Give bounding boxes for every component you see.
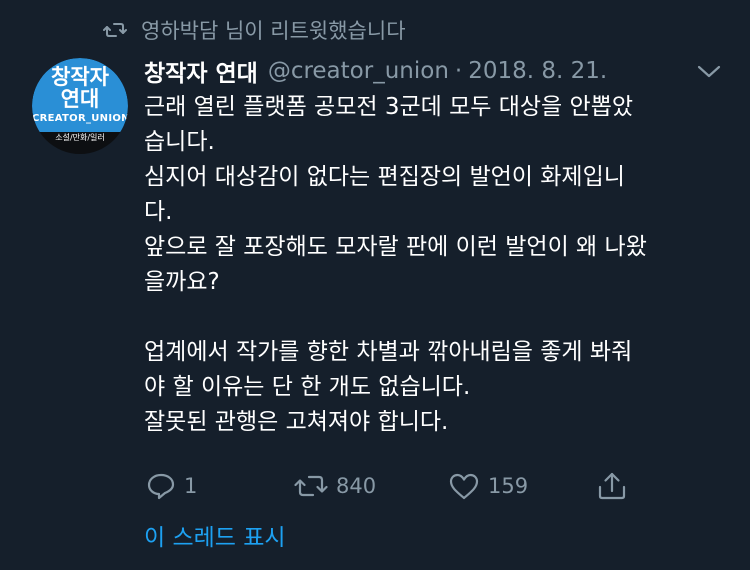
retweet-icon <box>103 23 127 37</box>
tweet-line: 잘못된 관행은 고쳐져야 합니다. <box>144 409 449 435</box>
tweet-text: 근래 열린 플랫폼 공모전 3군데 모두 대상을 안뽑았 습니다. 심지어 대상… <box>144 90 734 440</box>
avatar-brand: CREATOR_UNION <box>32 113 128 124</box>
reply-icon <box>147 473 175 500</box>
tweet-line: 앞으로 잘 포장해도 모자랄 판에 이런 발언이 왜 나왔 <box>144 234 647 260</box>
tweet-date[interactable]: 2018. 8. 21. <box>468 58 607 84</box>
display-name[interactable]: 창작자 연대 <box>144 54 258 88</box>
retweet-context-text[interactable]: 영하박담 님이 리트윗했습니다 <box>141 15 406 45</box>
like-icon <box>449 473 479 500</box>
tweet-header: 창작자 연대 @creator_union · 2018. 8. 21. <box>144 54 607 88</box>
tweet-line: 야 할 이유는 단 한 개도 없습니다. <box>144 374 471 400</box>
tweet-line: 심지어 대상감이 없다는 편집장의 발언이 화제입니 <box>144 164 625 190</box>
retweet-count: 840 <box>336 474 377 498</box>
chevron-down-icon[interactable] <box>696 62 722 82</box>
like-button[interactable]: 159 <box>448 466 528 506</box>
reply-button[interactable]: 1 <box>146 466 197 506</box>
header-separator: · <box>454 58 463 84</box>
retweet-context: 영하박담 님이 리트윗했습니다 <box>103 14 406 46</box>
avatar-title-line1: 창작자 <box>51 65 109 89</box>
share-icon <box>598 472 626 500</box>
reply-count: 1 <box>184 474 198 498</box>
like-count: 159 <box>488 474 529 498</box>
tweet-line: 다. <box>144 199 173 225</box>
tweet-line: 을까요? <box>144 269 220 295</box>
show-thread-link[interactable]: 이 스레드 표시 <box>144 520 286 556</box>
user-handle[interactable]: @creator_union <box>268 58 449 84</box>
tweet-actions: 1 840 159 <box>144 466 644 506</box>
tweet-card[interactable]: 영하박담 님이 리트윗했습니다 창작자 연대 CREATOR_UNION 소설/… <box>0 0 750 570</box>
share-button[interactable] <box>596 466 636 506</box>
avatar-subtitle: 소설/만화/일러 <box>55 133 105 142</box>
retweet-icon <box>294 475 328 497</box>
tweet-line: 업계에서 작가를 향한 차별과 깎아내림을 좋게 봐줘 <box>144 339 633 365</box>
avatar-title-line2: 연대 <box>60 87 100 111</box>
tweet-line: 근래 열린 플랫폼 공모전 3군데 모두 대상을 안뽑았 <box>144 94 634 120</box>
avatar[interactable]: 창작자 연대 CREATOR_UNION 소설/만화/일러 <box>32 58 128 154</box>
retweet-button[interactable]: 840 <box>294 466 376 506</box>
tweet-line <box>144 300 734 335</box>
tweet-line: 습니다. <box>144 129 215 155</box>
